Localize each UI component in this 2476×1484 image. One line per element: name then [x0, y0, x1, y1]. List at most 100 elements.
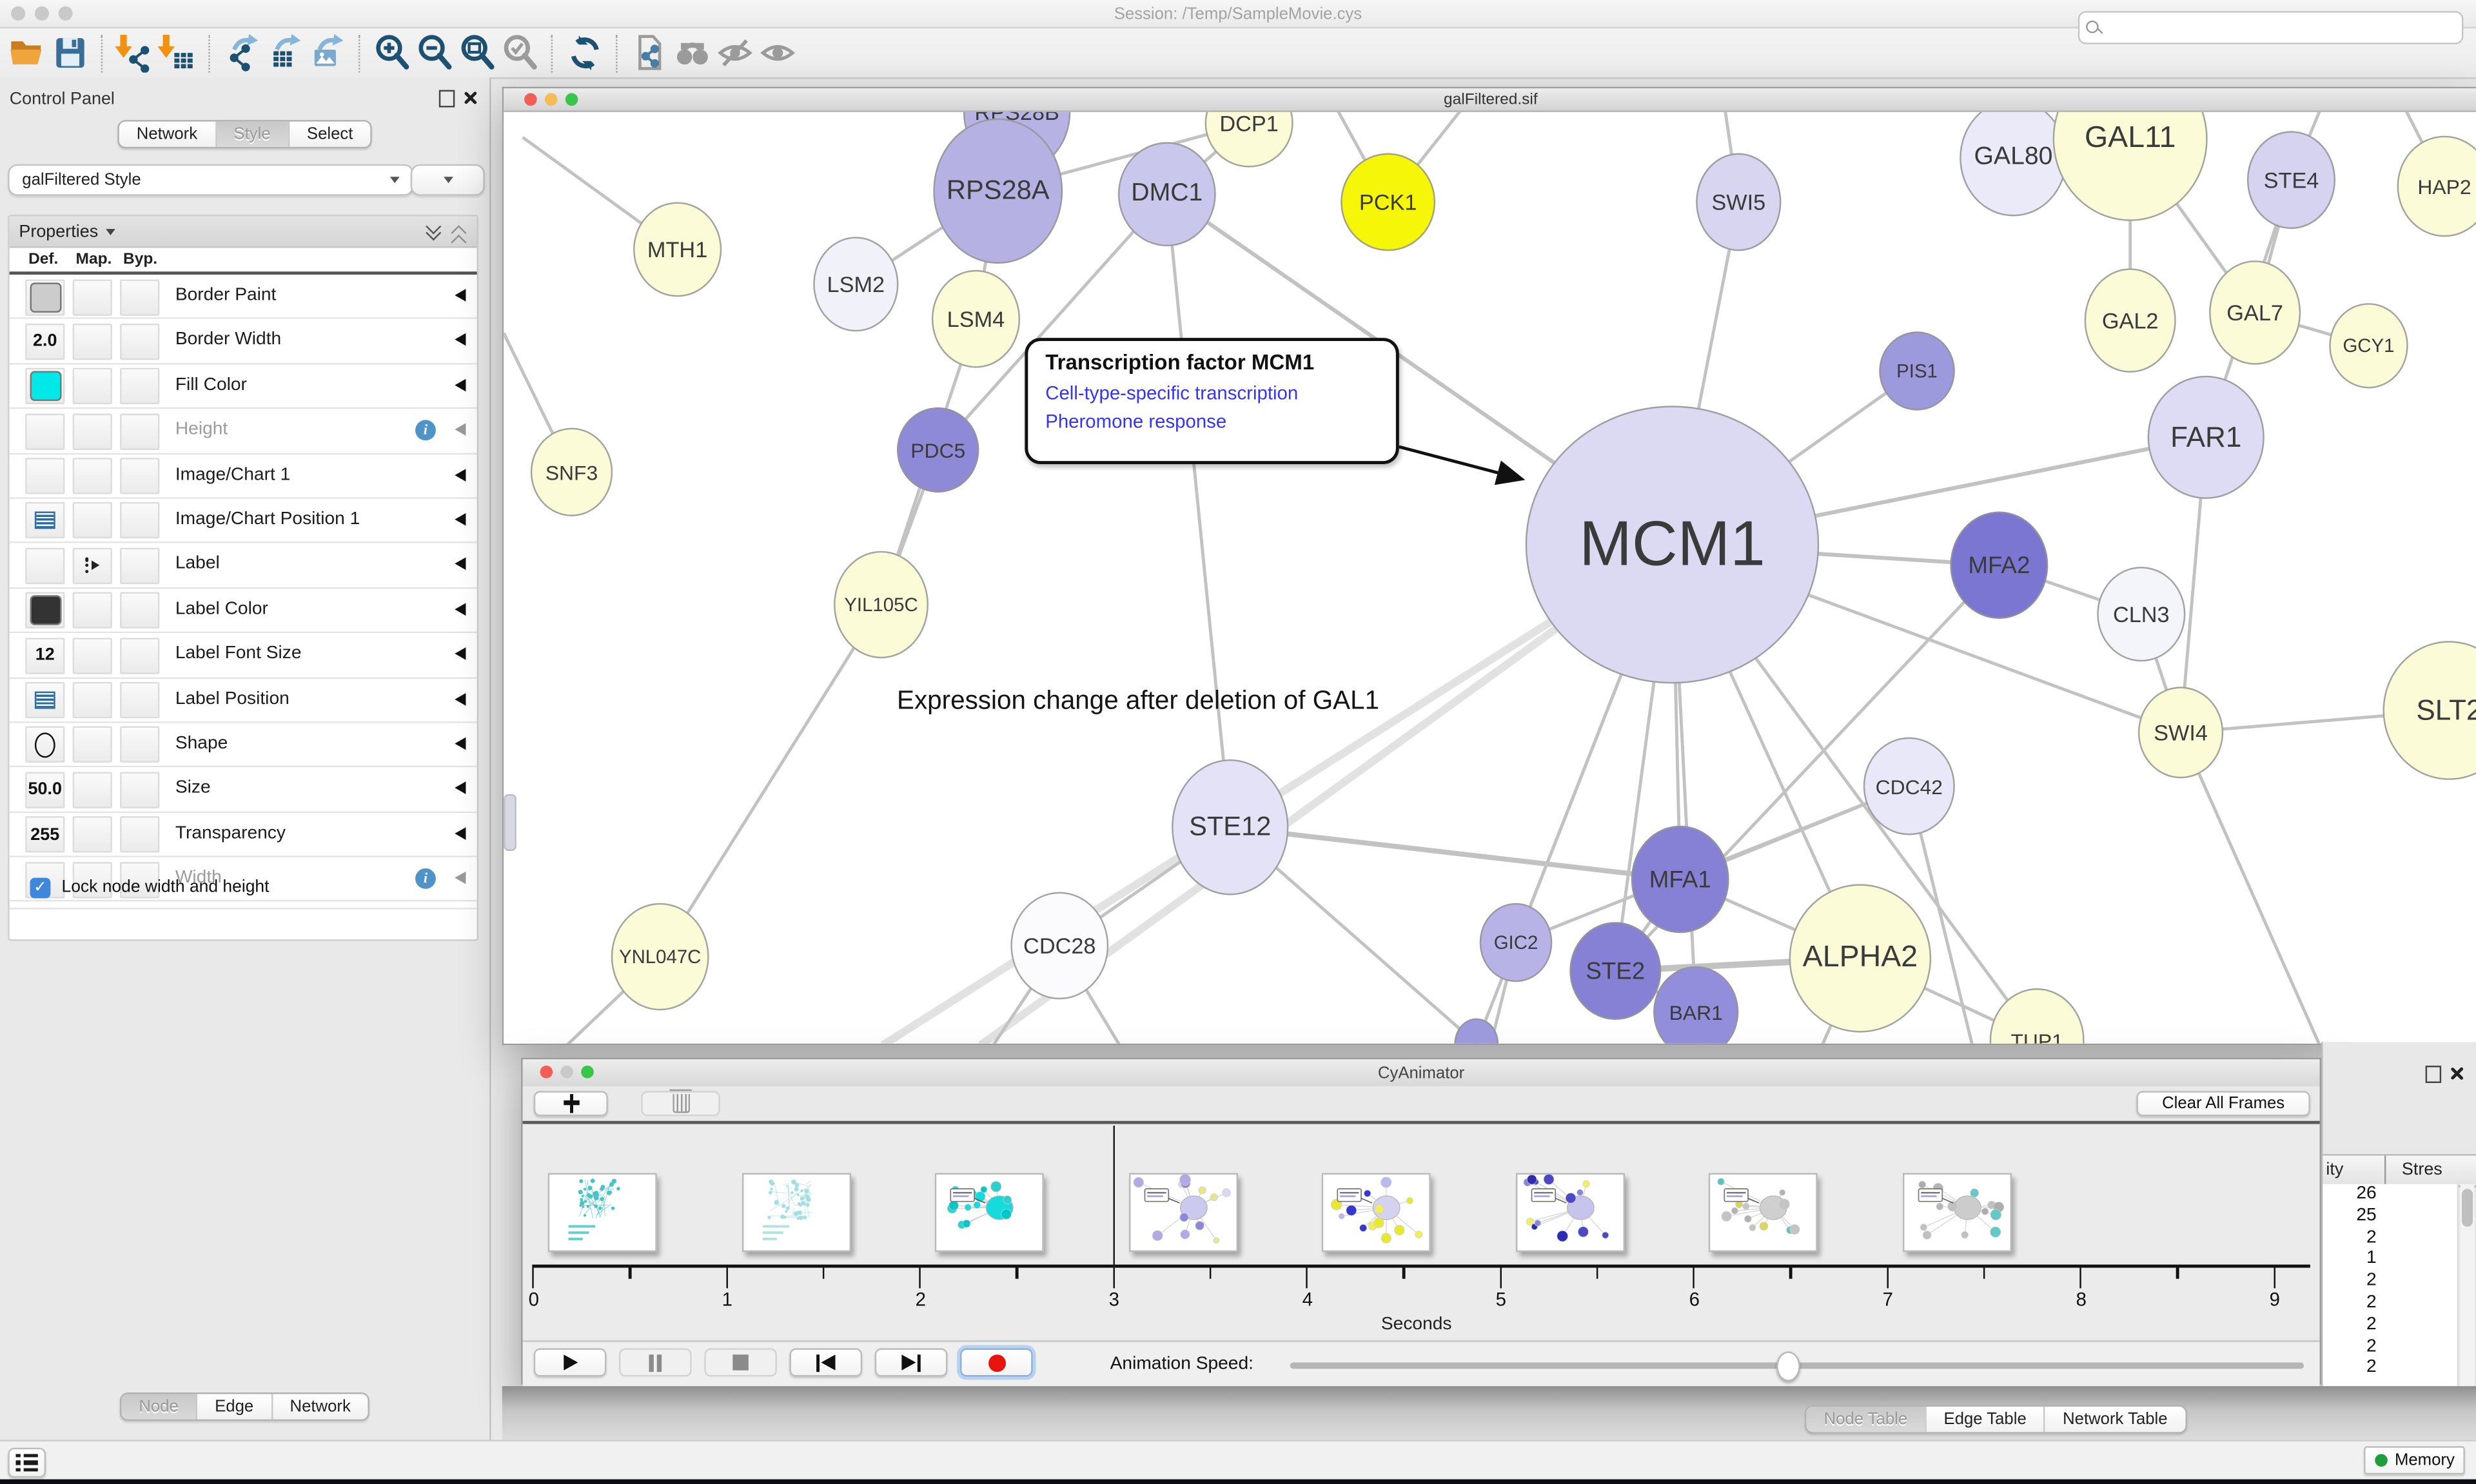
property-row-size[interactable]: 50.0Size — [10, 768, 477, 813]
bypass-cell[interactable] — [120, 727, 159, 763]
skip-start-button[interactable] — [789, 1348, 862, 1376]
animation-speed-slider[interactable] — [1290, 1362, 2304, 1368]
node-gal7[interactable]: GAL7 — [2209, 260, 2301, 365]
mapping-cell[interactable] — [73, 637, 112, 673]
node-pck1[interactable]: PCK1 — [1341, 153, 1435, 251]
node-ste12[interactable]: STE12 — [1172, 759, 1288, 895]
add-frame-button[interactable] — [534, 1090, 608, 1115]
node-snf3[interactable]: SNF3 — [531, 428, 613, 516]
mcm1-annotation[interactable]: Transcription factor MCM1 Cell-type-spec… — [1025, 338, 1399, 464]
import-table-icon[interactable] — [156, 32, 199, 73]
cyanimator-timeline[interactable]: Seconds 0123456789 — [523, 1124, 2320, 1341]
delete-frame-button[interactable] — [641, 1090, 720, 1115]
info-icon[interactable]: i — [415, 420, 436, 441]
property-row-shape[interactable]: Shape — [10, 723, 477, 768]
property-row-transparency[interactable]: 255Transparency — [10, 812, 477, 857]
open-session-icon[interactable] — [6, 32, 49, 73]
node-lsm4[interactable]: LSM4 — [932, 270, 1020, 368]
import-network-icon[interactable] — [113, 32, 156, 73]
annotation-link-1[interactable]: Cell-type-specific transcription — [1045, 379, 1396, 407]
tab-node-table[interactable]: Node Table — [1807, 1407, 1925, 1432]
search-field[interactable] — [2078, 11, 2464, 44]
default-value-cell[interactable]: 2.0 — [25, 324, 64, 360]
default-value-cell[interactable] — [25, 727, 64, 763]
property-row-border-paint[interactable]: Border Paint — [10, 275, 477, 320]
mapping-cell[interactable] — [73, 727, 112, 763]
export-table-icon[interactable] — [264, 32, 306, 73]
tab-edge[interactable]: Edge — [196, 1394, 271, 1419]
default-value-cell[interactable]: 50.0 — [25, 772, 64, 808]
tab-node[interactable]: Node — [121, 1394, 195, 1419]
vscrollbar-thumb[interactable] — [2462, 1189, 2473, 1227]
node-swi5[interactable]: SWI5 — [1696, 153, 1781, 251]
column-header-stress[interactable]: Stres — [2402, 1160, 2442, 1179]
node-yil105c[interactable]: YIL105C — [834, 551, 928, 659]
tab-network[interactable]: Network — [271, 1394, 368, 1419]
default-value-cell[interactable] — [25, 592, 64, 629]
mapping-cell[interactable] — [73, 772, 112, 808]
table-cell-value[interactable]: 2 — [2323, 1227, 2457, 1249]
tab-edge-table[interactable]: Edge Table — [1925, 1407, 2044, 1432]
mapping-cell[interactable] — [73, 458, 112, 494]
expand-property-icon[interactable] — [455, 334, 466, 347]
mapping-cell[interactable] — [73, 592, 112, 629]
table-cell-value[interactable]: 2 — [2323, 1336, 2457, 1358]
node-ste2[interactable]: STE2 — [1569, 922, 1661, 1020]
node-gic2[interactable]: GIC2 — [1480, 903, 1553, 982]
bypass-cell[interactable] — [120, 682, 159, 718]
save-session-icon[interactable] — [49, 32, 92, 73]
frame-thumbnail-7s[interactable] — [1902, 1173, 2011, 1252]
node-mfa2[interactable]: MFA2 — [1950, 511, 2048, 619]
style-options-button[interactable] — [411, 164, 485, 196]
node-cln3[interactable]: CLN3 — [2097, 567, 2185, 661]
bypass-cell[interactable] — [120, 324, 159, 360]
table-cell-value[interactable]: 2 — [2323, 1358, 2457, 1380]
expand-property-icon[interactable] — [455, 737, 466, 750]
table-cell-value[interactable]: 26 — [2323, 1184, 2457, 1206]
bypass-cell[interactable] — [120, 278, 159, 315]
export-image-icon[interactable] — [306, 32, 349, 73]
float-panel-icon[interactable] — [2426, 1066, 2441, 1083]
expand-property-icon[interactable] — [455, 424, 466, 436]
node-pis1[interactable]: PIS1 — [1879, 331, 1955, 410]
expand-property-icon[interactable] — [455, 513, 466, 526]
skip-end-button[interactable] — [875, 1348, 948, 1376]
zoom-out-icon[interactable] — [414, 32, 457, 73]
export-network-icon[interactable] — [221, 32, 264, 73]
network-canvas[interactable]: Transcription factor MCM1 Cell-type-spec… — [504, 112, 2476, 1044]
expand-property-icon[interactable] — [455, 692, 466, 705]
bypass-cell[interactable] — [120, 547, 159, 583]
node-swi4[interactable]: SWI4 — [2138, 687, 2223, 778]
mapping-cell[interactable] — [73, 547, 112, 583]
table-cell-value[interactable]: 25 — [2323, 1206, 2457, 1228]
node-rps28a[interactable]: RPS28A — [933, 119, 1063, 264]
default-value-cell[interactable] — [25, 503, 64, 539]
mapping-cell[interactable] — [73, 682, 112, 718]
property-row-label-font-size[interactable]: 12Label Font Size — [10, 633, 477, 678]
bypass-cell[interactable] — [120, 413, 159, 449]
bypass-cell[interactable] — [120, 817, 159, 853]
node-cdc42[interactable]: CDC42 — [1863, 737, 1955, 835]
column-header-centrality[interactable]: ity — [2326, 1160, 2343, 1179]
annotation-link-2[interactable]: Pheromone response — [1045, 407, 1396, 436]
node-cdc28[interactable]: CDC28 — [1010, 892, 1108, 1000]
close-panel-icon[interactable] — [2449, 1066, 2464, 1081]
expand-property-icon[interactable] — [455, 468, 466, 481]
expand-property-icon[interactable] — [455, 289, 466, 302]
table-cell-value[interactable]: 2 — [2323, 1271, 2457, 1293]
close-panel-icon[interactable] — [463, 90, 478, 106]
node-mth1[interactable]: MTH1 — [633, 202, 722, 297]
task-history-button[interactable] — [8, 1448, 46, 1478]
expand-property-icon[interactable] — [455, 558, 466, 571]
node-ynl047c[interactable]: YNL047C — [611, 903, 709, 1011]
zoom-fit-icon[interactable] — [457, 32, 499, 73]
memory-button[interactable]: Memory — [2364, 1446, 2465, 1474]
bypass-cell[interactable] — [120, 458, 159, 494]
tab-style[interactable]: Style — [215, 122, 288, 147]
expand-property-icon[interactable] — [455, 647, 466, 660]
node-mfa1[interactable]: MFA1 — [1631, 826, 1729, 933]
frame-thumbnail-3s[interactable] — [1128, 1173, 1237, 1252]
property-row-label[interactable]: Label — [10, 543, 477, 589]
mapping-cell[interactable] — [73, 817, 112, 853]
table-cell-value[interactable]: 2 — [2323, 1293, 2457, 1315]
